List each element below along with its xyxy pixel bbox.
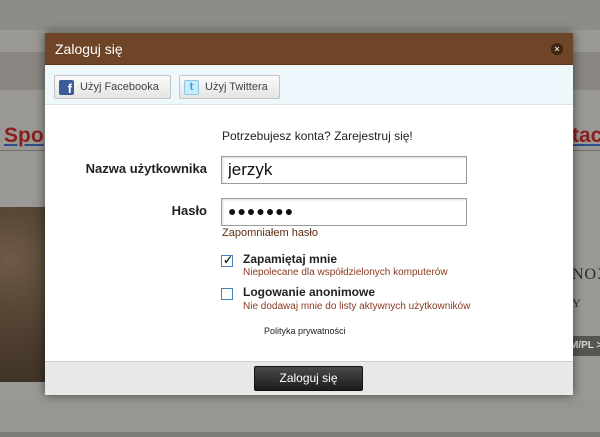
background-brand-sub: Y (572, 296, 581, 310)
password-input[interactable] (221, 198, 467, 226)
password-label: Hasło (171, 203, 207, 218)
checkmark-icon: ✓ (223, 253, 234, 267)
facebook-icon: f (59, 79, 74, 95)
facebook-login-label: Użyj Facebooka (80, 81, 159, 93)
privacy-policy-link[interactable]: Polityka prywatności (264, 326, 346, 336)
twitter-icon: t (184, 79, 199, 95)
dialog-header: Zaloguj się × (45, 33, 573, 65)
background-left-heading: Spo (4, 124, 44, 147)
facebook-login-button[interactable]: f Użyj Facebooka (54, 75, 171, 99)
close-icon[interactable]: × (551, 43, 563, 55)
forgot-password-link[interactable]: Zapomniałem hasło (222, 227, 318, 239)
username-input[interactable] (221, 156, 467, 184)
background-top-band (0, 0, 600, 30)
remember-me-label: Zapamiętaj mnie (243, 252, 338, 266)
background-brand: NOX (572, 266, 600, 283)
register-prompt: Potrzebujesz konta? Zarejestruj się! (222, 129, 413, 143)
dialog-title: Zaloguj się (55, 41, 123, 57)
background-right-heading: tac (572, 124, 600, 147)
anonymous-login-checkbox[interactable] (221, 288, 233, 300)
login-submit-button[interactable]: Zaloguj się (254, 366, 363, 391)
twitter-login-label: Użyj Twittera (205, 81, 268, 93)
twitter-login-button[interactable]: t Użyj Twittera (179, 75, 280, 99)
background-bottom-line (0, 432, 600, 437)
username-label: Nazwa użytkownika (85, 161, 207, 176)
remember-me-description: Niepolecane dla współdzielonych komputer… (243, 267, 448, 278)
anonymous-login-description: Nie dodawaj mnie do listy aktywnych użyt… (243, 301, 471, 312)
background-image (0, 207, 46, 382)
dialog-footer: Zaloguj się (45, 361, 573, 395)
login-dialog: Zaloguj się × f Użyj Facebooka t Użyj Tw… (45, 33, 573, 395)
social-login-bar: f Użyj Facebooka t Użyj Twittera (45, 65, 573, 105)
anonymous-login-label: Logowanie anonimowe (243, 285, 376, 299)
remember-me-checkbox[interactable]: ✓ (221, 253, 234, 267)
register-link[interactable]: Potrzebujesz konta? Zarejestruj się! (222, 129, 413, 143)
